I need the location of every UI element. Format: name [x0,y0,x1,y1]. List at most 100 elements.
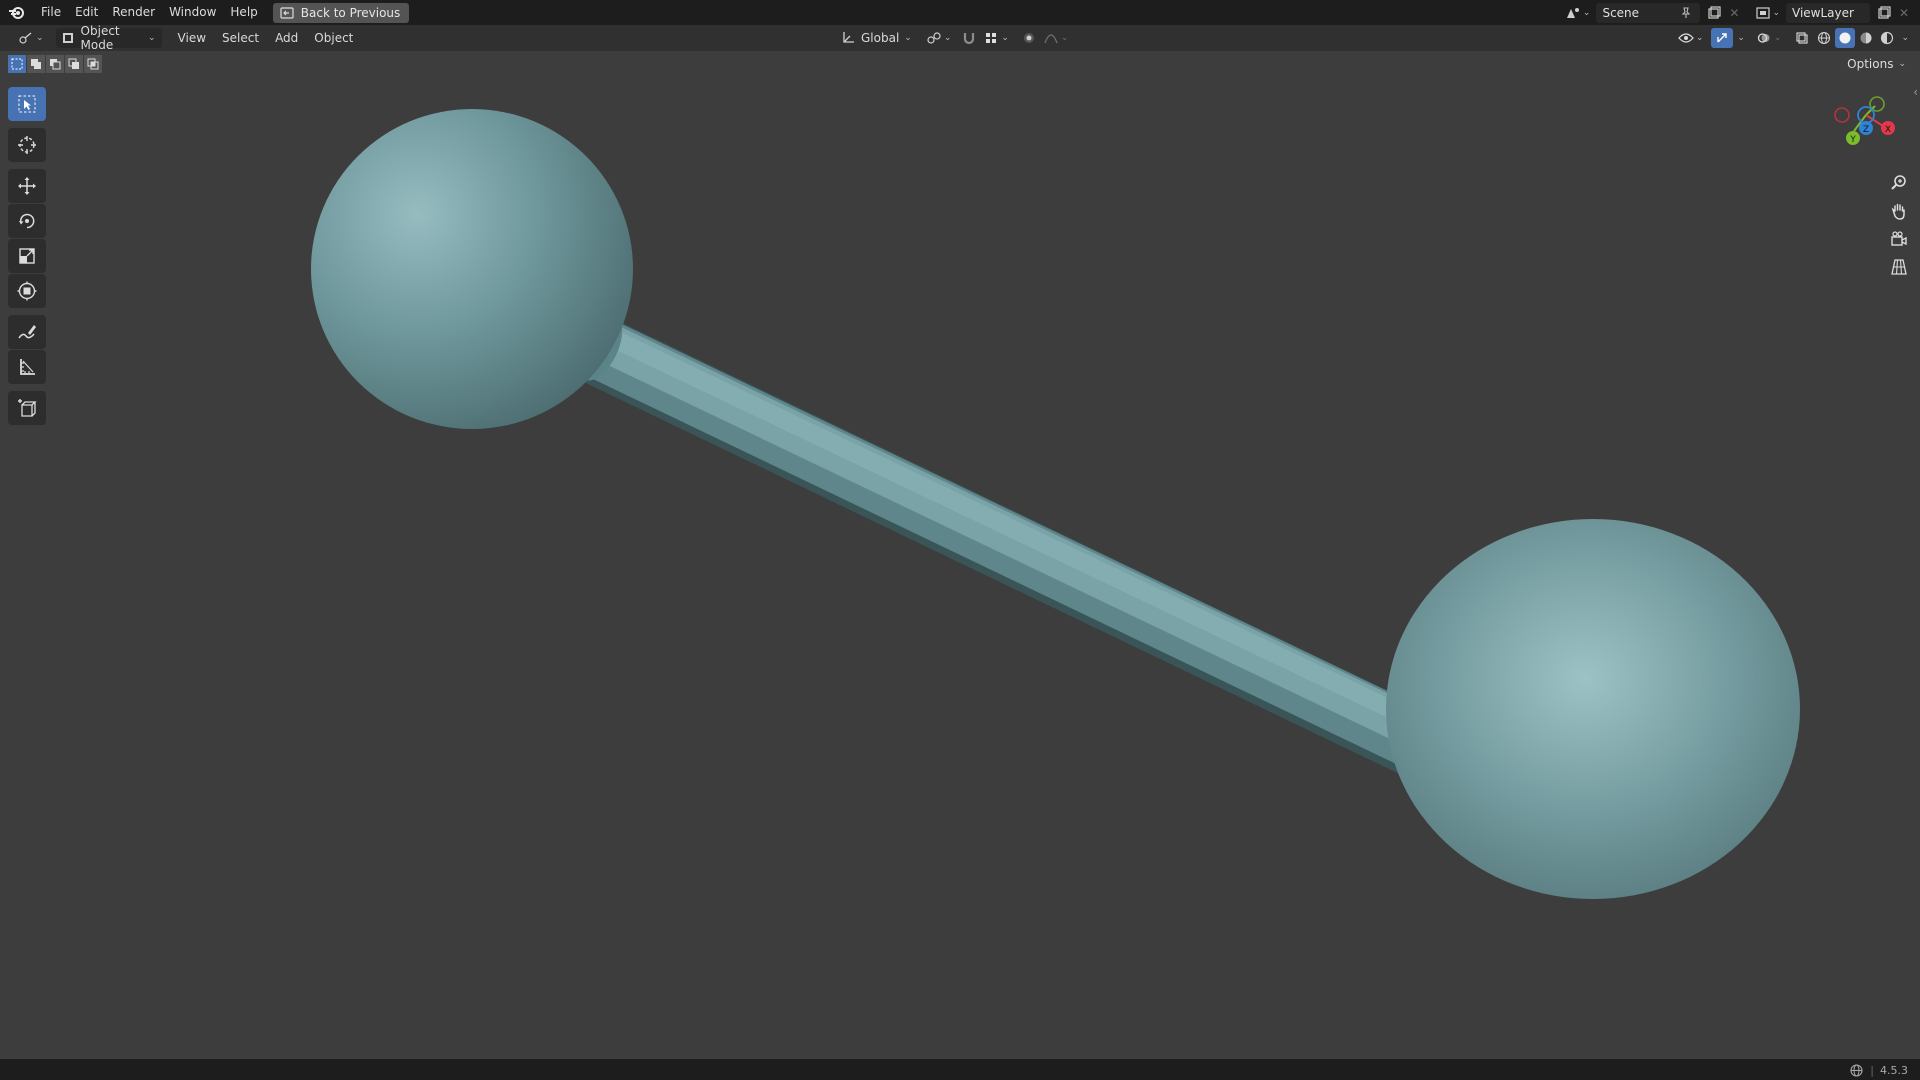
add-cube-tool[interactable] [8,391,46,425]
select-subtract-button[interactable] [46,55,64,73]
viewlayer-name-field[interactable]: ViewLayer [1786,2,1870,23]
scene-viewlayer-group: ⌄ Scene ✕ ⌄ ViewLayer ✕ [1565,0,1920,25]
status-bar: | 4.5.3 [0,1059,1920,1080]
viewlayer-selector-icon[interactable] [1756,5,1772,21]
camera-view-icon[interactable] [1887,225,1911,253]
transform-orientation-label: Global [861,31,900,45]
orientation-axes-icon [840,30,856,46]
pivot-caret-icon: ⌄ [943,33,952,43]
rod-mesh[interactable] [568,307,1436,777]
selectability-visibility-dropdown[interactable]: ⌄ [1675,28,1707,48]
viewport-header: ⌄ Object Mode ⌄ View Select Add Object G… [0,24,1920,52]
select-box-tool[interactable] [8,87,46,121]
back-to-previous-button[interactable]: Back to Previous [272,2,410,23]
cursor-tool[interactable] [8,128,46,162]
zoom-icon[interactable] [1887,169,1911,197]
shading-material-button[interactable] [1856,28,1876,48]
3d-viewport-icon [18,30,34,46]
shading-solid-button[interactable] [1835,28,1856,48]
top-menu-bar: File Edit Render Window Help Back to Pre… [0,0,1920,25]
new-scene-icon[interactable] [1706,5,1722,21]
wireframe-sphere-icon [1816,30,1832,46]
sidebar-toggle-icon[interactable]: ‹ [1913,85,1918,99]
proportional-editing-toggle[interactable] [1019,28,1039,48]
transform-orientation-dropdown[interactable]: Global ⌄ [834,28,918,48]
transform-tool[interactable] [8,274,46,308]
sphere-lower-right[interactable] [1386,519,1800,899]
eye-icon [1677,30,1694,46]
viewlayer-name: ViewLayer [1792,5,1854,20]
menu-file[interactable]: File [34,0,68,25]
delete-viewlayer-icon[interactable]: ✕ [1896,5,1912,21]
move-tool[interactable] [8,169,46,203]
3d-viewport[interactable]: Options ⌄ ‹ Z X Y [0,51,1920,1059]
scene-name-field[interactable]: Scene [1596,2,1701,23]
scale-tool[interactable] [8,239,46,273]
shading-rendered-button[interactable] [1877,28,1897,48]
snap-toggle[interactable] [959,28,979,48]
editor-type-button[interactable]: ⌄ [12,28,50,48]
select-invert-button[interactable] [65,55,83,73]
neg-x-axis-icon [1834,107,1850,123]
tool-shelf [8,87,46,426]
overlays-toggle[interactable]: ⌄ [1753,28,1785,48]
material-sphere-icon [1858,30,1874,46]
object-mode-caret-icon: ⌄ [148,33,156,43]
shading-options-dropdown[interactable]: ⌄ [1898,28,1912,48]
new-viewlayer-icon[interactable] [1876,5,1892,21]
viewlayer-dropdown-caret-icon[interactable]: ⌄ [1772,8,1780,18]
blender-logo-icon[interactable] [0,0,34,25]
rotate-tool[interactable] [8,204,46,238]
menu-render[interactable]: Render [105,0,162,25]
network-globe-icon[interactable] [1848,1062,1864,1078]
magnet-icon [961,30,977,46]
solid-sphere-icon [1837,30,1853,46]
options-label: Options [1847,57,1894,71]
falloff-curve-icon [1043,30,1059,46]
proportional-falloff-dropdown[interactable]: ⌄ [1041,28,1071,48]
z-axis-label: Z [1863,125,1869,135]
perspective-grid-icon[interactable] [1887,253,1911,281]
back-to-previous-label: Back to Previous [300,5,401,20]
gizmo-toggle[interactable] [1711,28,1734,48]
gizmo-icon [1714,30,1730,46]
delete-scene-icon[interactable]: ✕ [1726,5,1742,21]
menu-edit[interactable]: Edit [68,0,105,25]
xray-icon [1794,30,1810,46]
shading-wireframe-button[interactable] [1814,28,1834,48]
proportional-editing-icon [1021,30,1037,46]
scene-selector-icon[interactable] [1565,5,1581,21]
viewport-canvas [311,109,1800,899]
pivot-point-icon [926,30,942,46]
scene-name: Scene [1602,5,1640,20]
sphere-upper-left[interactable] [311,109,633,429]
viewport-shading-controls: ⌄ ⌄ ⌄ ⌄ [1675,28,1912,48]
pin-icon[interactable] [1678,5,1694,21]
menu-add[interactable]: Add [269,28,304,48]
select-new-button[interactable] [8,55,26,73]
options-dropdown[interactable]: Options ⌄ [1839,54,1914,74]
snap-target-dropdown[interactable]: ⌄ [981,28,1011,48]
navigation-gizmo[interactable]: Z X Y [1822,86,1902,166]
rendered-sphere-icon [1879,30,1895,46]
gizmo-dropdown[interactable]: ⌄ [1734,28,1748,48]
annotate-tool[interactable] [8,315,46,349]
measure-tool[interactable] [8,350,46,384]
pivot-point-dropdown[interactable]: ⌄ [920,28,958,48]
menu-object[interactable]: Object [308,28,359,48]
menu-window[interactable]: Window [162,0,223,25]
hand-pan-icon[interactable] [1887,197,1911,225]
y-axis-label: Y [1849,135,1856,145]
snap-increment-icon [983,30,999,46]
object-mode-dropdown[interactable]: Object Mode ⌄ [55,24,162,52]
menu-select[interactable]: Select [216,28,265,48]
visibility-caret-icon: ⌄ [1695,33,1704,43]
blender-version: 4.5.3 [1880,1063,1908,1077]
menu-view[interactable]: View [172,28,212,48]
scene-dropdown-caret-icon[interactable]: ⌄ [1583,8,1591,18]
select-intersect-button[interactable] [84,55,102,73]
xray-toggle[interactable] [1791,28,1813,48]
menu-help[interactable]: Help [223,0,264,25]
shading-caret-icon: ⌄ [1901,33,1909,43]
select-extend-button[interactable] [27,55,45,73]
